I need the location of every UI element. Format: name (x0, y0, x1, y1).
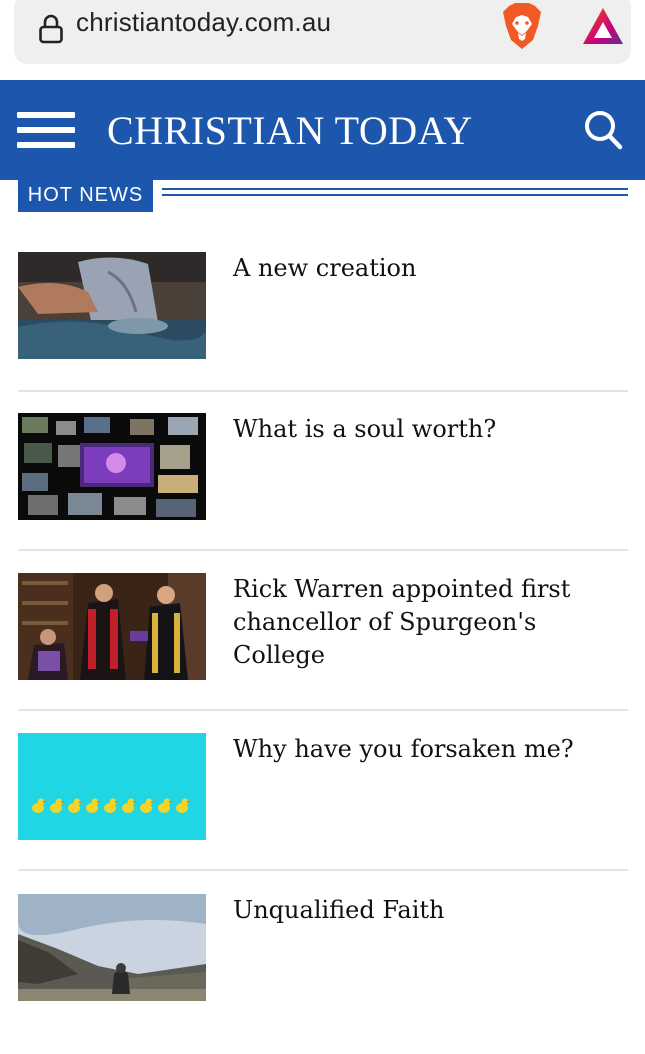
article-card[interactable]: A new creation (18, 252, 628, 412)
divider (18, 709, 628, 711)
lock-icon (39, 14, 63, 44)
article-title[interactable]: Rick Warren appointed first chancellor o… (233, 573, 633, 672)
search-icon[interactable] (582, 108, 624, 152)
section-label-hot-news: HOT NEWS (18, 180, 153, 212)
section-rule (162, 188, 628, 196)
article-thumbnail[interactable] (18, 733, 206, 840)
divider (18, 869, 628, 871)
article-thumbnail[interactable] (18, 573, 206, 680)
divider (18, 549, 628, 551)
article-thumbnail[interactable] (18, 252, 206, 359)
brave-rewards-icon[interactable] (581, 6, 625, 46)
article-thumbnail[interactable] (18, 894, 206, 1001)
url-text[interactable]: christiantoday.com.au (76, 7, 331, 38)
brave-lion-icon[interactable] (501, 2, 543, 50)
site-logo[interactable]: CHRISTIAN TODAY (107, 107, 473, 154)
article-title[interactable]: A new creation (233, 252, 633, 285)
menu-icon[interactable] (17, 112, 75, 152)
article-title[interactable]: Unqualified Faith (233, 894, 633, 927)
article-title[interactable]: What is a soul worth? (233, 413, 633, 446)
article-thumbnail[interactable] (18, 413, 206, 520)
article-title[interactable]: Why have you forsaken me? (233, 733, 633, 766)
article-card[interactable]: Unqualified Faith (18, 894, 628, 1054)
divider (18, 390, 628, 392)
address-bar[interactable]: christiantoday.com.au (14, 0, 631, 64)
browser-toolbar: christiantoday.com.au (0, 0, 645, 78)
